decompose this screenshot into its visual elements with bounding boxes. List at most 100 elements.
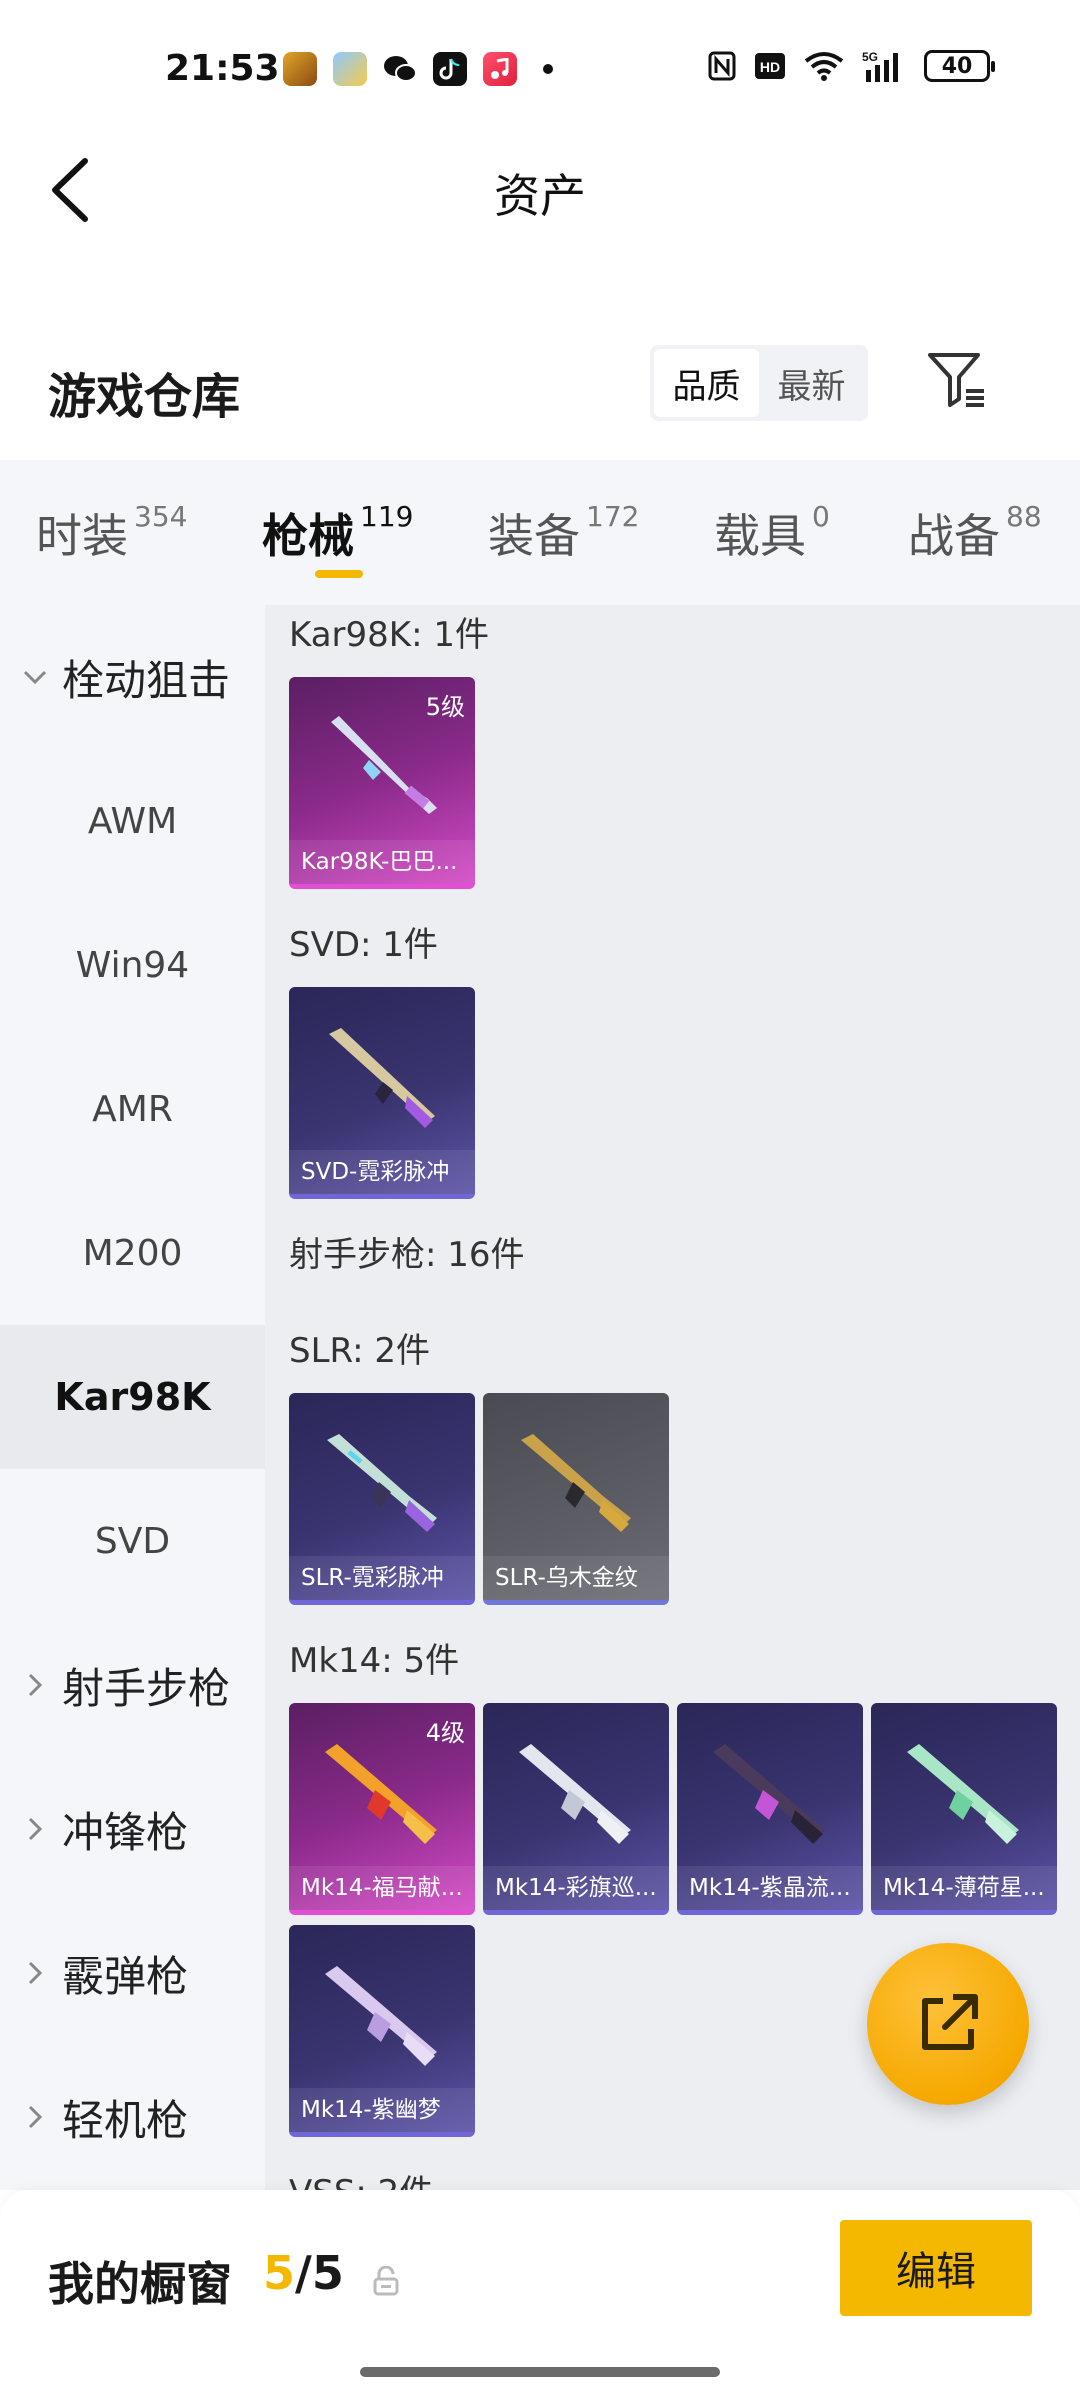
rifle-icon <box>331 716 437 814</box>
sort-toggle: 品质 最新 <box>650 345 868 421</box>
chevron-down-icon <box>20 662 50 692</box>
rifle-icon <box>325 1966 437 2066</box>
rifle-icon <box>519 1744 631 1844</box>
weapon-name: Mk14-紫幽梦 <box>289 2088 475 2132</box>
warehouse-header: 游戏仓库 品质 最新 <box>0 345 1080 435</box>
weapon-card[interactable]: Mk14-紫晶流... <box>677 1703 863 1915</box>
rifle-icon <box>907 1744 1019 1844</box>
tab-label: 装备 <box>488 509 580 563</box>
page-title: 资产 <box>494 169 586 223</box>
chevron-right-icon <box>20 1670 50 1700</box>
chevron-right-icon <box>20 2102 50 2132</box>
battery-indicator: 40 <box>924 50 995 82</box>
weapon-name: SLR-乌木金纹 <box>483 1556 669 1600</box>
sidebar-group-label: 栓动狙击 <box>62 655 231 705</box>
tab-count: 88 <box>1006 500 1042 533</box>
tab-count: 172 <box>586 500 640 533</box>
weapon-name: Mk14-彩旗巡... <box>483 1866 669 1910</box>
tiktok-icon <box>433 52 467 86</box>
tab-supplies[interactable]: 战备 88 <box>908 500 1042 566</box>
tab-label: 枪械 <box>262 509 354 563</box>
sidebar-item-amr[interactable]: AMR <box>0 1037 265 1181</box>
status-bar: 21:53 HD 5G 40 <box>0 0 1080 140</box>
sidebar-group-bolt-sniper[interactable]: 栓动狙击 <box>0 605 265 749</box>
group-label-slr: SLR: 2件 <box>289 1331 430 1371</box>
sidebar-item-awm[interactable]: AWM <box>0 749 265 893</box>
sidebar-group-shotgun[interactable]: 霰弹枪 <box>0 1901 265 2045</box>
sidebar-item-win94[interactable]: Win94 <box>0 893 265 1037</box>
weapon-card[interactable]: Mk14-薄荷星... <box>871 1703 1057 1915</box>
weapon-name: Mk14-紫晶流... <box>677 1866 863 1910</box>
chevron-right-icon <box>20 1814 50 1844</box>
group-label-svd: SVD: 1件 <box>289 925 438 965</box>
edit-button[interactable]: 编辑 <box>840 2220 1032 2316</box>
group-label-mk14: Mk14: 5件 <box>289 1641 460 1681</box>
chevron-right-icon <box>20 1958 50 1988</box>
tab-count: 354 <box>134 500 188 533</box>
group-label-marksman: 射手步枪: 16件 <box>289 1235 525 1275</box>
weapon-name: SVD-霓彩脉冲 <box>289 1150 475 1194</box>
music-app-icon <box>483 52 517 86</box>
tab-equipment[interactable]: 装备 172 <box>488 500 639 566</box>
showcase-count: 5/5 <box>263 2246 344 2300</box>
sort-quality-button[interactable]: 品质 <box>654 349 759 417</box>
weapon-card[interactable]: SLR-霓彩脉冲 <box>289 1393 475 1605</box>
filter-button[interactable] <box>922 345 992 415</box>
tab-label: 载具 <box>714 509 806 563</box>
showcase-max: 5 <box>311 2246 344 2300</box>
sidebar-group-label: 霰弹枪 <box>62 1951 189 2001</box>
bottom-bar: 我的橱窗 5/5 编辑 <box>0 2190 1080 2400</box>
group-label-kar98k: Kar98K: 1件 <box>289 615 489 655</box>
home-indicator[interactable] <box>360 2367 720 2377</box>
tab-fashion[interactable]: 时装 354 <box>36 500 187 566</box>
weapon-card[interactable]: 5级 Kar98K-巴巴... <box>289 677 475 889</box>
tab-label: 时装 <box>36 509 128 563</box>
more-notifications-dot <box>543 64 553 74</box>
sidebar-group-marksman[interactable]: 射手步枪 <box>0 1613 265 1757</box>
sort-newest-button[interactable]: 最新 <box>759 349 864 417</box>
status-time: 21:53 <box>165 48 280 89</box>
lock-icon <box>373 2266 399 2296</box>
tab-count: 0 <box>812 500 830 533</box>
rifle-icon <box>329 1028 435 1128</box>
external-share-icon <box>922 1994 978 2050</box>
weapon-name: Mk14-薄荷星... <box>871 1866 1057 1910</box>
group-label-vss: VSS: 2件 <box>289 2165 433 2190</box>
tab-firearms[interactable]: 枪械 119 <box>262 500 413 566</box>
wifi-icon <box>804 52 844 81</box>
rifle-icon <box>325 1744 437 1844</box>
sidebar-group-label: 轻机枪 <box>62 2095 189 2145</box>
sidebar-item-svd[interactable]: SVD <box>0 1469 265 1613</box>
sidebar-group-lmg[interactable]: 轻机枪 <box>0 2045 265 2189</box>
weapon-name: SLR-霓彩脉冲 <box>289 1556 475 1600</box>
notification-icons <box>283 52 553 86</box>
tab-count: 119 <box>360 500 414 533</box>
weapon-name: Mk14-福马献... <box>289 1866 475 1910</box>
tab-vehicles[interactable]: 载具 0 <box>714 500 830 566</box>
weapon-card[interactable]: SLR-乌木金纹 <box>483 1393 669 1605</box>
category-tabs: 时装 354 枪械 119 装备 172 载具 0 战备 88 <box>0 460 1080 605</box>
sidebar-item-m200[interactable]: M200 <box>0 1181 265 1325</box>
weapon-card[interactable]: Mk14-紫幽梦 <box>289 1925 475 2137</box>
tab-label: 战备 <box>908 509 1000 563</box>
wechat-icon <box>383 52 417 86</box>
showcase-current: 5 <box>263 2246 296 2300</box>
showcase-separator: / <box>295 2246 312 2300</box>
section-title: 游戏仓库 <box>48 369 241 425</box>
system-status: HD 5G 40 <box>708 50 995 82</box>
battery-level: 40 <box>941 53 973 79</box>
weapon-card[interactable]: SVD-霓彩脉冲 <box>289 987 475 1199</box>
weapon-card[interactable]: 4级 Mk14-福马献... <box>289 1703 475 1915</box>
rifle-icon <box>713 1744 825 1844</box>
game-app-icon <box>283 52 317 86</box>
weapon-card[interactable]: Mk14-彩旗巡... <box>483 1703 669 1915</box>
active-tab-indicator <box>315 570 363 578</box>
signal-icon: 5G <box>862 50 898 82</box>
sidebar-item-kar98k[interactable]: Kar98K <box>0 1325 265 1469</box>
svg-text:5G: 5G <box>862 50 878 64</box>
sidebar-group-smg[interactable]: 冲锋枪 <box>0 1757 265 1901</box>
share-fab-button[interactable] <box>867 1943 1029 2105</box>
svg-text:HD: HD <box>760 59 780 75</box>
weather-app-icon <box>333 52 367 86</box>
sidebar-group-label: 射手步枪 <box>62 1663 231 1713</box>
